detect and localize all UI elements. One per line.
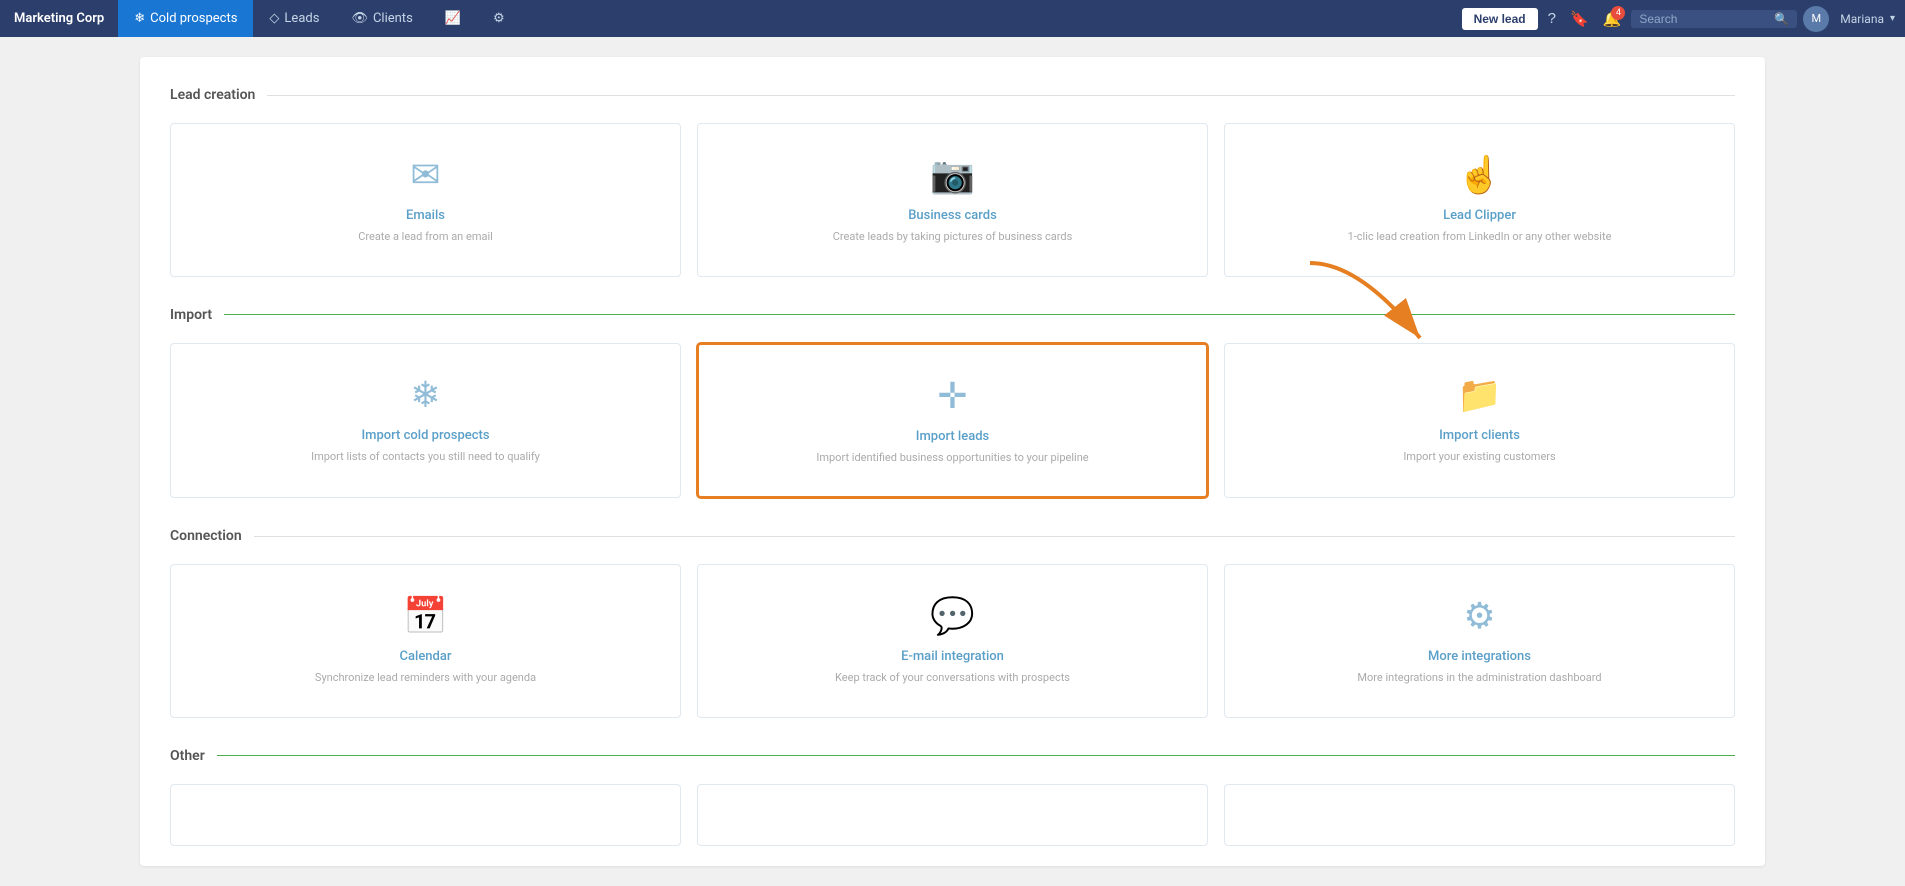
business-cards-desc: Create leads by taking pictures of busin… (833, 229, 1073, 246)
import-cards-wrapper: ❄ Import cold prospects Import lists of … (170, 343, 1735, 499)
avatar: M (1803, 6, 1829, 32)
content-card: Lead creation ✉ Emails Create a lead fro… (140, 57, 1765, 866)
diamond-icon: ◇ (269, 11, 279, 26)
more-integrations-title: More integrations (1428, 649, 1531, 664)
user-dropdown-icon[interactable]: ▾ (1890, 13, 1895, 24)
topnav-right: New lead ? 🔖 🔔 4 🔍 M Mariana ▾ (1462, 6, 1905, 32)
main-content: Lead creation ✉ Emails Create a lead fro… (0, 37, 1905, 886)
other-divider (217, 755, 1735, 756)
new-lead-button[interactable]: New lead (1462, 8, 1538, 30)
import-leads-card[interactable]: ✛ Import leads Import identified busines… (697, 343, 1208, 499)
import-divider (224, 314, 1735, 315)
email-integration-card[interactable]: 💬 E-mail integration Keep track of your … (697, 564, 1208, 718)
import-cold-prospects-title: Import cold prospects (361, 428, 489, 443)
calendar-title: Calendar (400, 649, 452, 664)
nav-leads[interactable]: ◇ Leads (253, 0, 335, 37)
import-cold-prospects-desc: Import lists of contacts you still need … (311, 449, 540, 466)
search-input[interactable] (1639, 12, 1769, 26)
search-box: 🔍 (1631, 10, 1797, 28)
emails-card[interactable]: ✉ Emails Create a lead from an email (170, 123, 681, 277)
import-section-header: Import (170, 307, 1735, 323)
business-cards-card[interactable]: 📷 Business cards Create leads by taking … (697, 123, 1208, 277)
calendar-card[interactable]: 📅 Calendar Synchronize lead reminders wi… (170, 564, 681, 718)
cold-prospects-icon: ❄ (410, 374, 440, 416)
settings-icon: ⚙ (1463, 595, 1495, 637)
other-section-header: Other (170, 748, 1735, 764)
connection-divider (254, 536, 1735, 537)
nav-clients[interactable]: 👁 Clients (335, 0, 428, 37)
import-clients-title: Import clients (1439, 428, 1520, 443)
search-icon: 🔍 (1774, 12, 1789, 26)
calendar-desc: Synchronize lead reminders with your age… (315, 670, 536, 687)
nav-chart[interactable]: 📈 (429, 0, 477, 37)
business-cards-title: Business cards (908, 208, 997, 223)
eye-icon: 👁 (351, 11, 368, 26)
gear-icon: ⚙ (493, 11, 505, 26)
camera-icon: 📷 (930, 154, 975, 196)
import-leads-desc: Import identified business opportunities… (816, 450, 1088, 467)
email-integration-title: E-mail integration (901, 649, 1004, 664)
other-cards (170, 784, 1735, 846)
notification-badge: 4 (1611, 6, 1625, 20)
lead-clipper-title: Lead Clipper (1443, 208, 1516, 223)
email-integration-desc: Keep track of your conversations with pr… (835, 670, 1070, 687)
lead-creation-cards: ✉ Emails Create a lead from an email 📷 B… (170, 123, 1735, 277)
nav-settings[interactable]: ⚙ (477, 0, 521, 37)
chat-icon: 💬 (930, 595, 975, 637)
other-card-2[interactable] (697, 784, 1208, 846)
other-title: Other (170, 748, 205, 764)
import-clients-card[interactable]: 📁 Import clients Import your existing cu… (1224, 343, 1735, 499)
more-integrations-card[interactable]: ⚙ More integrations More integrations in… (1224, 564, 1735, 718)
import-clients-desc: Import your existing customers (1403, 449, 1555, 466)
topnav: Marketing Corp ❄ Cold prospects ◇ Leads … (0, 0, 1905, 37)
user-name: Mariana (1840, 12, 1884, 26)
help-button[interactable]: ? (1544, 6, 1560, 31)
calendar-icon: 📅 (403, 595, 448, 637)
lead-creation-section-header: Lead creation (170, 87, 1735, 103)
folder-icon: 📁 (1457, 374, 1502, 416)
other-card-3[interactable] (1224, 784, 1735, 846)
nav-cold-prospects[interactable]: ❄ Cold prospects (118, 0, 253, 37)
email-icon: ✉ (410, 154, 440, 196)
brand-label: Marketing Corp (0, 0, 118, 37)
lead-creation-title: Lead creation (170, 87, 255, 103)
lead-creation-divider (267, 95, 1735, 96)
emails-card-desc: Create a lead from an email (358, 229, 493, 246)
lead-clipper-desc: 1-clic lead creation from LinkedIn or an… (1348, 229, 1612, 246)
crosshair-icon: ✛ (937, 375, 967, 417)
connection-section-header: Connection (170, 528, 1735, 544)
other-card-1[interactable] (170, 784, 681, 846)
bookmark-button[interactable]: 🔖 (1566, 6, 1593, 32)
import-cards: ❄ Import cold prospects Import lists of … (170, 343, 1735, 499)
chart-icon: 📈 (445, 11, 461, 26)
snowflake-icon: ❄ (134, 11, 145, 26)
emails-card-title: Emails (406, 208, 445, 223)
notifications-wrapper: 🔔 4 (1599, 6, 1626, 32)
connection-title: Connection (170, 528, 242, 544)
connection-cards: 📅 Calendar Synchronize lead reminders wi… (170, 564, 1735, 718)
lead-clipper-card[interactable]: ☝ Lead Clipper 1-clic lead creation from… (1224, 123, 1735, 277)
more-integrations-desc: More integrations in the administration … (1357, 670, 1601, 687)
pointer-icon: ☝ (1457, 154, 1502, 196)
import-title: Import (170, 307, 212, 323)
import-cold-prospects-card[interactable]: ❄ Import cold prospects Import lists of … (170, 343, 681, 499)
import-leads-title: Import leads (916, 429, 989, 444)
